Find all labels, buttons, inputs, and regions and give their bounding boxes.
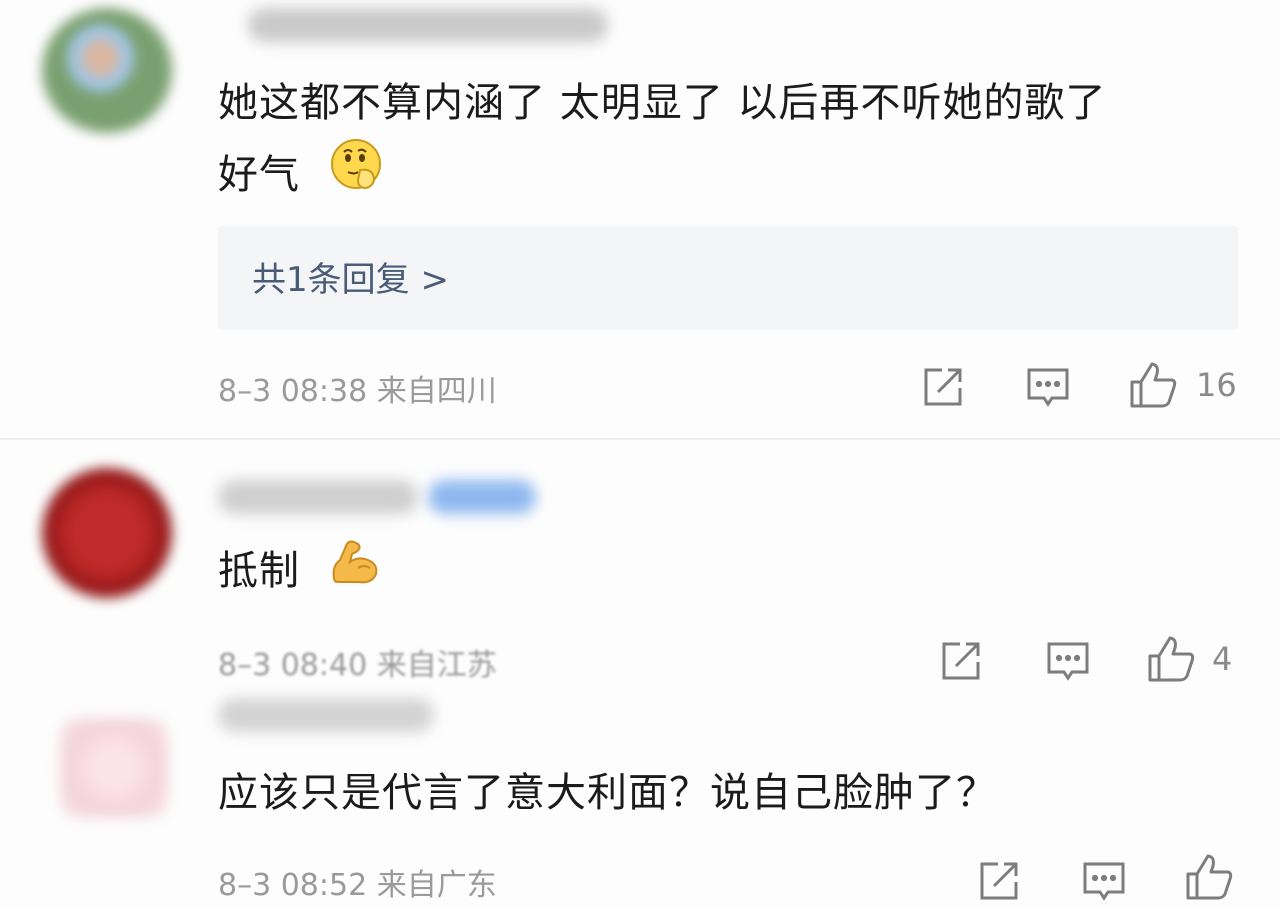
comment-text: 应该只是代言了意大利面？说自己脸肿了？ [218, 754, 997, 832]
username[interactable] [218, 480, 418, 514]
avatar[interactable] [42, 468, 172, 598]
like-icon[interactable] [1128, 360, 1177, 408]
comment-text: 抵制 [218, 532, 382, 612]
like-icon[interactable] [1146, 634, 1195, 682]
comment-icon[interactable] [1044, 636, 1092, 684]
comment-text-line: 抵制 [218, 548, 300, 594]
comment-text-line: 她这都不算内涵了 太明显了 以后再不听她的歌了 [218, 80, 1107, 126]
comment-meta: 8–3 08:38 来自四川 [218, 374, 497, 409]
user-badge [428, 480, 536, 514]
flexed-biceps-emoji-icon [328, 534, 382, 612]
replies-box[interactable]: 共1条回复 > [218, 226, 1238, 330]
comment-icon[interactable] [1080, 856, 1128, 904]
comment-item: 抵制 8–3 08:40 来自江苏 4 [0, 440, 1280, 690]
share-icon[interactable] [976, 856, 1024, 904]
share-icon[interactable] [920, 362, 968, 410]
like-count: 16 [1196, 366, 1237, 404]
thinking-emoji-icon [328, 136, 384, 218]
comment-text: 她这都不算内涵了 太明显了 以后再不听她的歌了 [218, 64, 1106, 142]
comment-text-line: 好气 [218, 152, 300, 198]
username[interactable] [248, 8, 608, 42]
comment-meta: 8–3 08:52 来自广东 [218, 868, 497, 903]
username[interactable] [218, 698, 434, 732]
comment-text: 好气 [218, 136, 384, 218]
comment-icon[interactable] [1024, 362, 1072, 410]
comment-item: 应该只是代言了意大利面？说自己脸肿了？ 8–3 08:52 来自广东 [0, 690, 1280, 910]
like-icon[interactable] [1184, 852, 1233, 900]
avatar[interactable] [60, 718, 168, 818]
like-count: 4 [1212, 640, 1233, 678]
avatar[interactable] [42, 8, 172, 133]
comment-item: 她这都不算内涵了 太明显了 以后再不听她的歌了 好气 共1条回复 > 8–3 0… [0, 0, 1280, 440]
view-replies-link[interactable]: 共1条回复 > [252, 252, 449, 301]
share-icon[interactable] [938, 636, 986, 684]
comment-meta: 8–3 08:40 来自江苏 [218, 648, 497, 683]
comment-text-line: 应该只是代言了意大利面？说自己脸肿了？ [218, 770, 997, 816]
